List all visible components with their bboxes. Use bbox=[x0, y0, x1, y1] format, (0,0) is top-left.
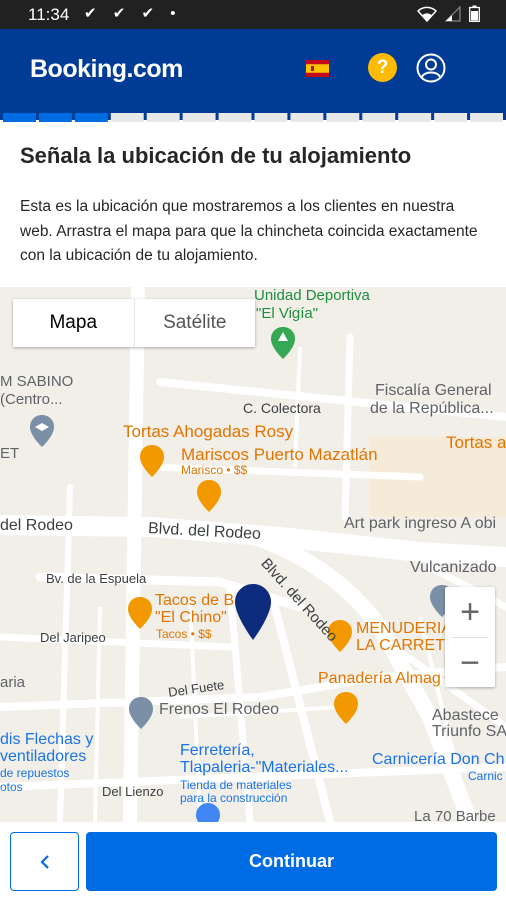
battery-icon bbox=[469, 5, 480, 22]
back-button[interactable] bbox=[10, 832, 79, 891]
map-label: "El Vigía" bbox=[256, 305, 319, 322]
map-label: ET bbox=[0, 445, 20, 462]
map-label: Carnic bbox=[468, 769, 503, 783]
map-label: Unidad Deportiva bbox=[254, 287, 370, 304]
booking-logo[interactable]: Booking.com bbox=[30, 55, 183, 84]
map-label: Tienda de materiales bbox=[180, 778, 292, 792]
wifi-icon bbox=[417, 6, 437, 22]
progress-step-pending bbox=[362, 113, 396, 122]
progress-step-pending bbox=[110, 113, 144, 122]
tab-map[interactable]: Mapa bbox=[13, 299, 134, 347]
signal-icon bbox=[445, 5, 461, 22]
map-label: Del Lienzo bbox=[102, 784, 164, 799]
progress-step-done bbox=[74, 113, 108, 122]
chevron-left-icon bbox=[39, 854, 49, 869]
map-label: aria bbox=[0, 674, 26, 691]
zoom-in-button[interactable]: + bbox=[445, 587, 495, 637]
map-label: C. Colectora bbox=[243, 400, 321, 416]
map-label: M SABINO bbox=[0, 373, 74, 390]
map-label: para la construcción bbox=[180, 791, 288, 805]
page-description: Esta es la ubicación que mostraremos a l… bbox=[20, 198, 478, 264]
progress-step-pending bbox=[434, 113, 468, 122]
location-map[interactable]: Unidad Deportiva "El Vigía" M SABINO (Ce… bbox=[0, 287, 506, 822]
map-label: Del Jaripeo bbox=[40, 630, 106, 645]
map-label: La 70 Barbe bbox=[414, 808, 496, 822]
map-label: Triunfo SA bbox=[432, 723, 506, 740]
map-label: ventiladores bbox=[0, 748, 87, 765]
map-label: Mariscos Puerto Mazatlán bbox=[181, 445, 378, 464]
map-label: Tortas Ahogadas Rosy bbox=[123, 422, 294, 441]
zoom-out-button[interactable]: − bbox=[445, 638, 495, 688]
map-label: MENUDERIA bbox=[356, 620, 453, 637]
help-button[interactable]: ? bbox=[368, 53, 397, 82]
account-icon[interactable] bbox=[416, 53, 446, 83]
progress-step-pending bbox=[470, 113, 503, 122]
map-label: Art park ingreso A obi bbox=[344, 515, 497, 532]
notification-icons: ✔ ✔ ✔ • bbox=[84, 5, 182, 22]
page-title: Señala la ubicación de tu alojamiento bbox=[20, 143, 412, 168]
map-label: Fiscalía General bbox=[375, 382, 492, 399]
location-pin-icon bbox=[235, 584, 271, 640]
map-type-toggle: Mapa Satélite bbox=[13, 299, 255, 347]
progress-step-pending bbox=[326, 113, 360, 122]
map-label: otos bbox=[0, 780, 23, 794]
app-header: Booking.com ? bbox=[0, 29, 506, 109]
map-label: Ferretería, bbox=[180, 742, 255, 759]
progress-step-pending bbox=[398, 113, 432, 122]
progress-bar bbox=[0, 109, 506, 122]
map-label: "El Chino" bbox=[155, 609, 227, 626]
map-label: Tortas a bbox=[446, 433, 506, 452]
footer-bar: Continuar bbox=[0, 822, 506, 900]
map-label: de la República... bbox=[370, 400, 494, 417]
progress-step-pending bbox=[254, 113, 288, 122]
progress-step-pending bbox=[290, 113, 324, 122]
map-label: Marisco • $$ bbox=[181, 463, 248, 477]
progress-step-pending bbox=[182, 113, 216, 122]
map-label: Frenos El Rodeo bbox=[159, 701, 280, 718]
map-label: (Centro... bbox=[0, 391, 63, 408]
map-label: Vulcanizado bbox=[410, 559, 497, 576]
continue-button[interactable]: Continuar bbox=[86, 832, 497, 891]
map-label: dis Flechas y bbox=[0, 731, 94, 748]
status-bar: 11:34 ✔ ✔ ✔ • bbox=[0, 0, 506, 29]
map-label: Tacos de B bbox=[155, 592, 235, 609]
map-label: Panadería Almag bbox=[318, 670, 441, 687]
map-label: de repuestos bbox=[0, 766, 70, 780]
system-icons bbox=[417, 5, 480, 22]
progress-step-done bbox=[38, 113, 72, 122]
map-label: Carnicería Don Ch bbox=[372, 751, 505, 768]
map-label: Tacos • $$ bbox=[156, 627, 212, 641]
map-label: Bv. de la Espuela bbox=[46, 571, 147, 586]
map-label: Tlapaleria-"Materiales... bbox=[180, 759, 349, 776]
map-label: LA CARRET bbox=[356, 637, 445, 654]
tab-satellite[interactable]: Satélite bbox=[133, 299, 256, 347]
zoom-control: + − bbox=[445, 587, 495, 687]
map-label: del Rodeo bbox=[0, 517, 73, 534]
spain-flag-icon[interactable] bbox=[306, 60, 329, 77]
progress-step-pending bbox=[146, 113, 180, 122]
progress-step-pending bbox=[218, 113, 252, 122]
progress-segments bbox=[3, 113, 503, 122]
status-time: 11:34 bbox=[28, 5, 70, 24]
progress-step-done bbox=[3, 113, 36, 122]
